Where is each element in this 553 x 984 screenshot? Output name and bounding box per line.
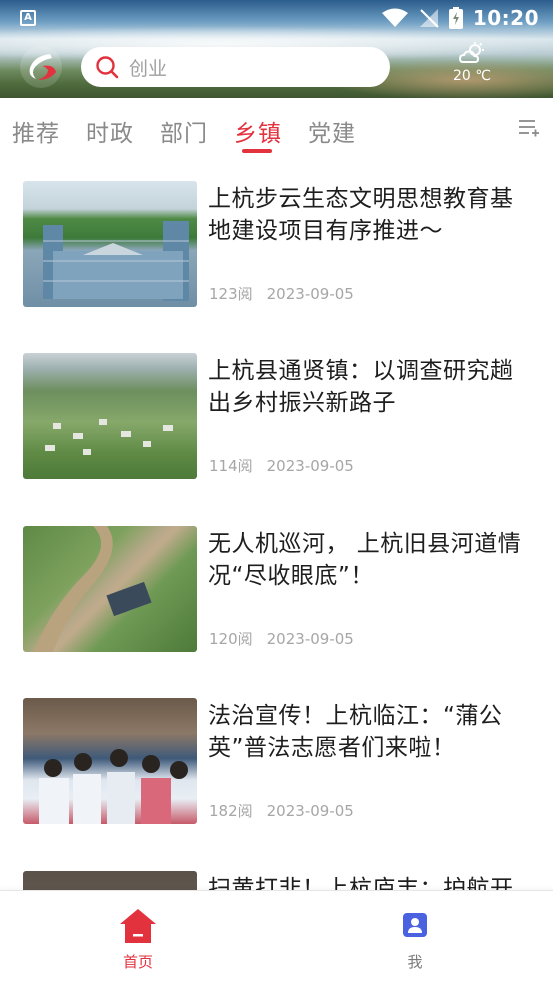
news-meta: 120阅 2023-09-05 <box>209 628 354 649</box>
tab-departments[interactable]: 部门 <box>160 114 208 148</box>
news-item[interactable]: 上杭步云生态文明思想教育基地建设项目有序推进～ 123阅 2023-09-05 <box>0 181 553 311</box>
news-meta: 114阅 2023-09-05 <box>209 455 354 476</box>
partly-cloudy-icon <box>459 42 484 63</box>
weather-temperature: 20 ℃ <box>453 68 491 84</box>
news-thumbnail <box>23 871 197 890</box>
search-input[interactable]: 创业 <box>81 47 390 87</box>
news-thumbnail <box>23 526 197 652</box>
news-title: 无人机巡河， 上杭旧县河道情况“尽收眼底”！ <box>208 531 522 589</box>
weather-widget[interactable]: 20 ℃ <box>444 42 500 88</box>
tab-politics[interactable]: 时政 <box>86 114 134 148</box>
publish-date: 2023-09-05 <box>266 630 354 648</box>
news-title: 上杭县通贤镇：以调查研究趟出乡村振兴新路子 <box>208 358 514 416</box>
publish-date: 2023-09-05 <box>266 802 354 820</box>
status-icons: 10:20 <box>381 5 539 31</box>
view-count: 123阅 <box>209 285 253 303</box>
nav-me[interactable]: 我 <box>375 905 455 975</box>
app-notification-icon: A <box>20 10 36 26</box>
bottom-navigation: 首页 我 <box>0 890 553 984</box>
app-logo[interactable] <box>20 46 62 88</box>
publish-date: 2023-09-05 <box>266 285 354 303</box>
publish-date: 2023-09-05 <box>266 457 354 475</box>
category-tabs: 推荐 时政 部门 乡镇 党建 <box>0 98 553 160</box>
search-icon <box>96 56 119 79</box>
nav-home-label: 首页 <box>122 953 153 971</box>
nav-home[interactable]: 首页 <box>98 905 178 975</box>
news-title: 法治宣传！上杭临江：“蒲公英”普法志愿者们来啦！ <box>208 703 503 761</box>
news-item[interactable]: 法治宣传！上杭临江：“蒲公英”普法志愿者们来啦！ 182阅 2023-09-05 <box>0 698 553 828</box>
active-tab-indicator <box>242 149 272 153</box>
news-meta: 123阅 2023-09-05 <box>209 283 354 304</box>
news-meta: 182阅 2023-09-05 <box>209 800 354 821</box>
news-thumbnail <box>23 698 197 824</box>
status-bar: A 10:20 <box>0 0 553 36</box>
news-list: 上杭步云生态文明思想教育基地建设项目有序推进～ 123阅 2023-09-05 上… <box>0 160 553 890</box>
profile-icon <box>403 913 427 937</box>
news-item[interactable]: 上杭县通贤镇：以调查研究趟出乡村振兴新路子 114阅 2023-09-05 <box>0 353 553 483</box>
battery-icon <box>448 7 463 29</box>
view-count: 182阅 <box>209 802 253 820</box>
news-title: 上杭步云生态文明思想教育基地建设项目有序推进～ <box>208 186 514 244</box>
news-item[interactable]: 扫黄打非！上杭庐丰：护航开 <box>0 871 553 890</box>
home-icon <box>120 909 156 943</box>
news-thumbnail <box>23 181 197 307</box>
tab-party-building[interactable]: 党建 <box>308 114 356 148</box>
news-item[interactable]: 无人机巡河， 上杭旧县河道情况“尽收眼底”！ 120阅 2023-09-05 <box>0 526 553 656</box>
view-count: 114阅 <box>209 457 253 475</box>
wifi-icon <box>381 8 408 27</box>
status-time: 10:20 <box>472 6 539 30</box>
signal-icon <box>419 9 439 28</box>
nav-me-label: 我 <box>407 953 423 971</box>
search-placeholder: 创业 <box>129 57 168 80</box>
news-title: 扫黄打非！上杭庐丰：护航开 <box>208 876 514 890</box>
tab-recommend[interactable]: 推荐 <box>12 114 60 148</box>
news-thumbnail <box>23 353 197 479</box>
view-count: 120阅 <box>209 630 253 648</box>
logo-icon <box>29 54 56 80</box>
tab-towns[interactable]: 乡镇 <box>234 114 282 148</box>
header-banner: A 10:20 创业 20 ℃ <box>0 0 553 98</box>
channel-menu-icon[interactable] <box>518 118 540 138</box>
